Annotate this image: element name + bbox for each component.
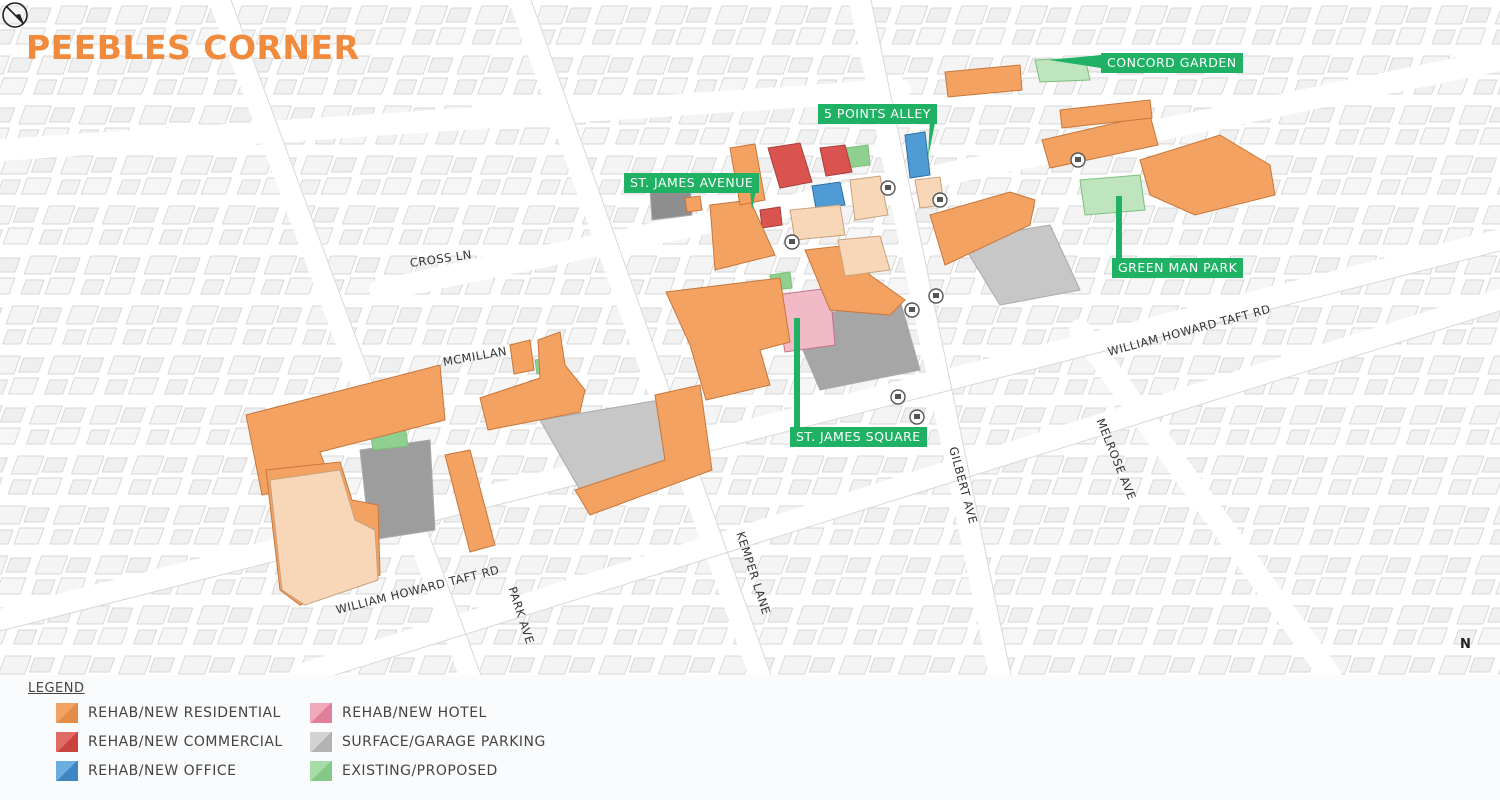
transit-stop-icon — [928, 288, 944, 304]
legend-swatch-residential — [56, 703, 78, 723]
map-title: PEEBLES CORNER — [26, 28, 360, 67]
transit-stop-icon — [932, 192, 948, 208]
legend-item-existing-proposed: EXISTING/PROPOSED — [310, 761, 498, 781]
legend-item-office: REHAB/NEW OFFICE — [56, 761, 237, 781]
legend: LEGEND REHAB/NEW RESIDENTIAL REHAB/NEW C… — [0, 675, 1500, 800]
callout-st-james-avenue: ST. JAMES AVENUE — [624, 173, 760, 193]
legend-title: LEGEND — [28, 681, 85, 696]
legend-swatch-existing-proposed — [310, 761, 332, 781]
north-label: N — [1460, 637, 1471, 652]
legend-swatch-office — [56, 761, 78, 781]
transit-stop-icon — [890, 389, 906, 405]
legend-swatch-hotel — [310, 703, 332, 723]
callout-st-james-square: ST. JAMES SQUARE — [790, 427, 927, 447]
legend-label: SURFACE/GARAGE PARKING — [342, 734, 546, 750]
district-map: PEEBLES CORNER CONCORD GARDEN 5 POINTS A… — [0, 0, 1500, 675]
transit-stop-icon — [909, 409, 925, 425]
transit-stop-icon — [880, 180, 896, 196]
legend-item-residential: REHAB/NEW RESIDENTIAL — [56, 703, 281, 723]
transit-stop-icon — [784, 234, 800, 250]
legend-label: REHAB/NEW RESIDENTIAL — [88, 705, 281, 721]
legend-item-hotel: REHAB/NEW HOTEL — [310, 703, 487, 723]
legend-item-parking: SURFACE/GARAGE PARKING — [310, 732, 546, 752]
legend-swatch-parking — [310, 732, 332, 752]
legend-label: REHAB/NEW COMMERCIAL — [88, 734, 283, 750]
transit-stop-icon — [904, 302, 920, 318]
legend-item-commercial: REHAB/NEW COMMERCIAL — [56, 732, 283, 752]
legend-label: EXISTING/PROPOSED — [342, 763, 498, 779]
legend-label: REHAB/NEW HOTEL — [342, 705, 487, 721]
legend-label: REHAB/NEW OFFICE — [88, 763, 237, 779]
callout-green-man-park: GREEN MAN PARK — [1112, 258, 1244, 278]
callout-concord-garden: CONCORD GARDEN — [1101, 53, 1243, 73]
callout-5-points-alley: 5 POINTS ALLEY — [818, 104, 937, 124]
transit-stop-icon — [1070, 152, 1086, 168]
north-arrow-icon — [2, 2, 28, 28]
legend-swatch-commercial — [56, 732, 78, 752]
